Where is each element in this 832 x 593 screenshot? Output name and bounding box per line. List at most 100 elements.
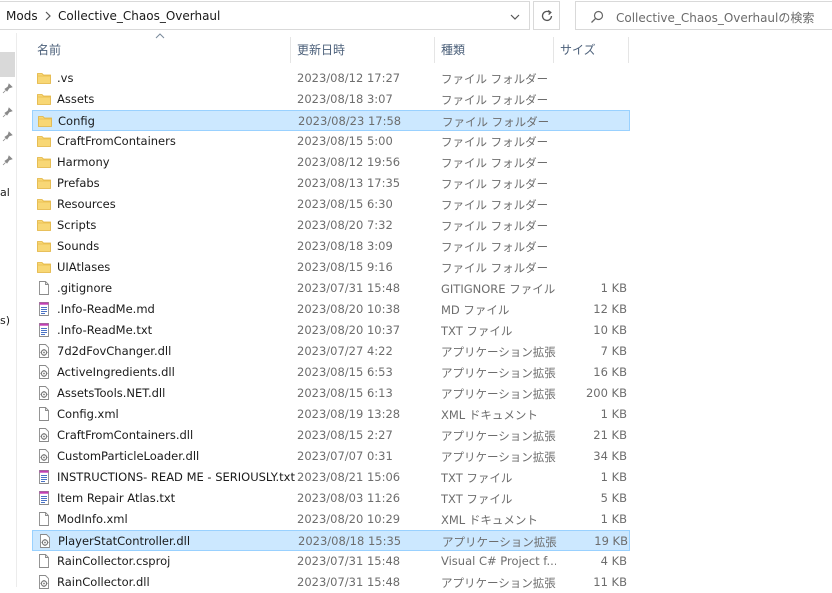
chevron-down-icon[interactable]: [509, 11, 521, 23]
file-modified-date: 2023/08/15 5:00: [297, 134, 393, 148]
refresh-button[interactable]: [533, 1, 560, 30]
file-row[interactable]: .vs 2023/08/12 17:27 ファイル フォルダー: [32, 68, 630, 89]
column-divider[interactable]: [553, 37, 554, 63]
file-row[interactable]: Assets 2023/08/18 3:07 ファイル フォルダー: [32, 89, 630, 110]
file-row[interactable]: CraftFromContainers.dll 2023/08/15 2:27 …: [32, 425, 630, 446]
file-modified-date: 2023/08/20 10:38: [297, 302, 401, 316]
file-name: PlayerStatController.dll: [58, 534, 191, 548]
file-row[interactable]: Resources 2023/08/15 6:30 ファイル フォルダー: [32, 194, 630, 215]
folder-icon: [37, 71, 51, 85]
file-type: ファイル フォルダー: [441, 198, 549, 212]
file-row[interactable]: Scripts 2023/08/20 7:32 ファイル フォルダー: [32, 215, 630, 236]
file-row[interactable]: .Info-ReadMe.md 2023/08/20 10:38 MD ファイル…: [32, 299, 630, 320]
file-name: .Info-ReadMe.md: [57, 302, 155, 316]
file-modified-date: 2023/08/15 2:27: [297, 428, 393, 442]
column-header-type[interactable]: 種類: [441, 41, 465, 58]
file-type: XML ドキュメント: [441, 513, 538, 527]
file-modified-date: 2023/08/18 3:07: [297, 92, 393, 106]
search-icon: [591, 10, 604, 23]
text-file-icon: [37, 302, 51, 316]
file-row[interactable]: PlayerStatController.dll 2023/08/18 15:3…: [32, 530, 630, 551]
file-row[interactable]: CustomParticleLoader.dll 2023/07/07 0:31…: [32, 446, 630, 467]
file-size: 1 KB: [600, 512, 627, 526]
file-row[interactable]: INSTRUCTIONS- READ ME - SERIOUSLY.txt 20…: [32, 467, 630, 488]
file-icon: [37, 407, 51, 421]
file-row[interactable]: CraftFromContainers 2023/08/15 5:00 ファイル…: [32, 131, 630, 152]
file-row[interactable]: RainCollector.csproj 2023/07/31 15:48 Vi…: [32, 551, 630, 572]
file-size: 1 KB: [600, 281, 627, 295]
file-row[interactable]: AssetsTools.NET.dll 2023/08/15 6:13 アプリケ…: [32, 383, 630, 404]
file-name: 7d2dFovChanger.dll: [57, 344, 172, 358]
search-placeholder: Collective_Chaos_Overhaulの検索: [616, 11, 815, 25]
file-modified-date: 2023/08/12 17:27: [297, 71, 401, 85]
file-type: TXT ファイル: [441, 492, 513, 506]
file-modified-date: 2023/07/31 15:48: [297, 554, 401, 568]
folder-icon: [37, 197, 51, 211]
file-type: アプリケーション拡張: [442, 535, 557, 549]
breadcrumb-mods[interactable]: Mods: [6, 9, 38, 23]
file-modified-date: 2023/07/27 4:22: [297, 344, 393, 358]
file-icon: [37, 281, 51, 295]
file-type: ファイル フォルダー: [441, 72, 549, 86]
file-row[interactable]: Prefabs 2023/08/13 17:35 ファイル フォルダー: [32, 173, 630, 194]
file-type: TXT ファイル: [441, 324, 513, 338]
column-header-name[interactable]: 名前: [37, 41, 61, 58]
dll-file-icon: [37, 386, 51, 400]
file-type: Visual C# Project f...: [441, 554, 556, 568]
file-row[interactable]: ModInfo.xml 2023/08/20 10:29 XML ドキュメント …: [32, 509, 630, 530]
file-type: アプリケーション拡張: [441, 576, 556, 590]
file-size: 1 KB: [600, 470, 627, 484]
file-name: .Info-ReadMe.txt: [57, 323, 153, 337]
dll-file-icon: [38, 534, 52, 548]
file-name: RainCollector.csproj: [57, 554, 171, 568]
file-name: INSTRUCTIONS- READ ME - SERIOUSLY.txt: [57, 470, 295, 484]
dll-file-icon: [37, 449, 51, 463]
file-row[interactable]: ActiveIngredients.dll 2023/08/15 6:53 アプ…: [32, 362, 630, 383]
pin-icon: [2, 83, 13, 94]
column-header-size[interactable]: サイズ: [560, 41, 596, 58]
file-modified-date: 2023/07/31 15:48: [297, 281, 401, 295]
nav-item-label-partial[interactable]: s): [0, 314, 10, 327]
file-row[interactable]: Item Repair Atlas.txt 2023/08/03 11:26 T…: [32, 488, 630, 509]
column-header-date[interactable]: 更新日時: [297, 41, 345, 58]
file-row[interactable]: 7d2dFovChanger.dll 2023/07/27 4:22 アプリケー…: [32, 341, 630, 362]
file-row[interactable]: Config 2023/08/23 17:58 ファイル フォルダー: [32, 110, 630, 131]
file-type: アプリケーション拡張: [441, 387, 556, 401]
breadcrumb-current-folder[interactable]: Collective_Chaos_Overhaul: [58, 9, 220, 23]
dll-file-icon: [37, 365, 51, 379]
file-row[interactable]: .Info-ReadMe.txt 2023/08/20 10:37 TXT ファ…: [32, 320, 630, 341]
file-modified-date: 2023/08/12 19:56: [297, 155, 401, 169]
file-row[interactable]: .gitignore 2023/07/31 15:48 GITIGNORE ファ…: [32, 278, 630, 299]
file-row[interactable]: Sounds 2023/08/18 3:09 ファイル フォルダー: [32, 236, 630, 257]
file-row[interactable]: RainCollector.dll 2023/07/31 15:48 アプリケー…: [32, 572, 630, 593]
file-name: Resources: [57, 197, 116, 211]
file-type: ファイル フォルダー: [441, 261, 549, 275]
file-modified-date: 2023/08/18 15:35: [298, 534, 402, 548]
file-row[interactable]: Harmony 2023/08/12 19:56 ファイル フォルダー: [32, 152, 630, 173]
file-type: ファイル フォルダー: [441, 135, 549, 149]
navigation-pane: al s): [0, 33, 17, 587]
file-type: XML ドキュメント: [441, 408, 538, 422]
file-name: CustomParticleLoader.dll: [57, 449, 200, 463]
sort-ascending-icon: [155, 33, 165, 39]
nav-selected-item[interactable]: [0, 52, 15, 77]
file-name: Item Repair Atlas.txt: [57, 491, 176, 505]
file-icon: [37, 554, 51, 568]
search-box[interactable]: Collective_Chaos_Overhaulの検索: [575, 1, 832, 30]
file-modified-date: 2023/08/21 15:06: [297, 470, 401, 484]
column-divider[interactable]: [434, 37, 435, 63]
file-name: .vs: [57, 71, 74, 85]
file-row[interactable]: UIAtlases 2023/08/15 9:16 ファイル フォルダー: [32, 257, 630, 278]
file-type: ファイル フォルダー: [441, 219, 549, 233]
folder-icon: [37, 155, 51, 169]
chevron-right-icon[interactable]: [43, 11, 53, 21]
folder-icon: [37, 92, 51, 106]
address-bar[interactable]: Mods Collective_Chaos_Overhaul: [0, 1, 530, 30]
pin-icon: [2, 131, 13, 142]
file-name: AssetsTools.NET.dll: [57, 386, 166, 400]
column-divider[interactable]: [628, 37, 629, 63]
column-divider[interactable]: [290, 37, 291, 63]
nav-item-label-partial[interactable]: al: [0, 186, 10, 199]
file-modified-date: 2023/08/15 6:13: [297, 386, 393, 400]
file-row[interactable]: Config.xml 2023/08/19 13:28 XML ドキュメント 1…: [32, 404, 630, 425]
